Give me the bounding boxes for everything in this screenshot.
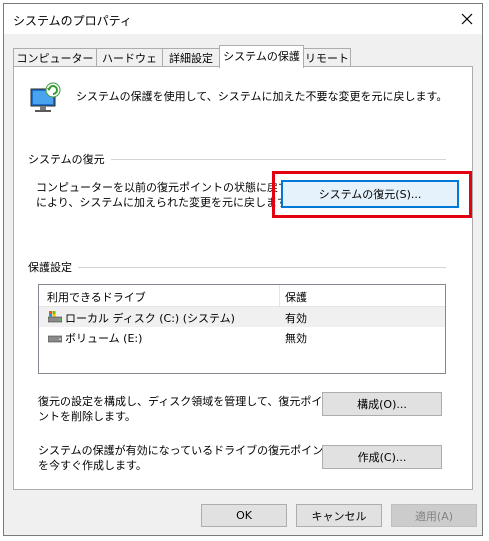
drive-row-e[interactable]: ボリューム (E:) 無効	[39, 327, 445, 347]
intro-text: システムの保護を使用して、システムに加えた不要な変更を元に戻します。	[76, 90, 448, 103]
system-protection-panel: システムの保護を使用して、システムに加えた不要な変更を元に戻します。 システムの…	[13, 66, 473, 490]
apply-button[interactable]: 適用(A)	[391, 504, 477, 527]
system-drive-icon	[48, 311, 62, 323]
drive-status-e: 無効	[285, 332, 307, 345]
create-button[interactable]: 作成(C)...	[322, 445, 442, 469]
system-properties-window: システムのプロパティ コンピューター名 ハードウェア 詳細設定 システムの保護 …	[3, 3, 483, 536]
title-bar: システムのプロパティ	[4, 4, 482, 34]
tab-advanced[interactable]: 詳細設定	[162, 48, 220, 67]
tab-remote[interactable]: リモート	[303, 48, 351, 67]
column-separator	[279, 285, 280, 306]
protection-group-line	[28, 267, 446, 268]
restore-description-line1: コンピューターを以前の復元ポイントの状態に戻すこと	[36, 181, 311, 194]
configure-button[interactable]: 構成(O)...	[322, 392, 442, 416]
system-protection-icon	[30, 82, 61, 112]
restore-description-line2: により、システムに加えられた変更を元に戻します。	[36, 196, 298, 209]
configure-description-line2: ントを削除します。	[38, 410, 136, 423]
column-header-status[interactable]: 保護	[285, 289, 307, 305]
system-restore-button[interactable]: システムの復元(S)...	[281, 180, 459, 208]
tab-hardware[interactable]: ハードウェア	[96, 48, 163, 84]
protection-group-label: 保護設定	[28, 259, 78, 275]
create-description-line1: システムの保護が有効になっているドライブの復元ポイント	[38, 444, 335, 457]
column-header-drive[interactable]: 利用できるドライブ	[47, 289, 146, 305]
drive-list[interactable]: 利用できるドライブ 保護 ローカル ディスク (C:) (システム) 有効 ボリ…	[38, 284, 446, 374]
ok-button[interactable]: OK	[201, 504, 287, 527]
drive-name-e: ボリューム (E:)	[65, 332, 143, 345]
configure-description-line1: 復元の設定を構成し、ディスク領域を管理して、復元ポイ	[38, 395, 323, 408]
tab-computer-name[interactable]: コンピューター名	[13, 48, 97, 84]
cancel-button[interactable]: キャンセル	[296, 504, 382, 527]
drive-row-c[interactable]: ローカル ディスク (C:) (システム) 有効	[39, 307, 445, 327]
tab-strip: コンピューター名 ハードウェア 詳細設定 システムの保護 リモート	[13, 45, 483, 84]
window-title: システムのプロパティ	[13, 14, 132, 28]
restore-group-label: システムの復元	[28, 151, 111, 167]
drive-name-c: ローカル ディスク (C:) (システム)	[65, 312, 235, 325]
drive-list-header: 利用できるドライブ 保護	[39, 285, 445, 307]
drive-status-c: 有効	[285, 312, 307, 325]
tab-system-protection[interactable]: システムの保護	[219, 45, 304, 68]
close-button[interactable]	[458, 10, 476, 28]
create-description-line2: を今すぐ作成します。	[38, 459, 147, 472]
close-icon	[461, 13, 473, 25]
drive-icon	[48, 335, 62, 343]
